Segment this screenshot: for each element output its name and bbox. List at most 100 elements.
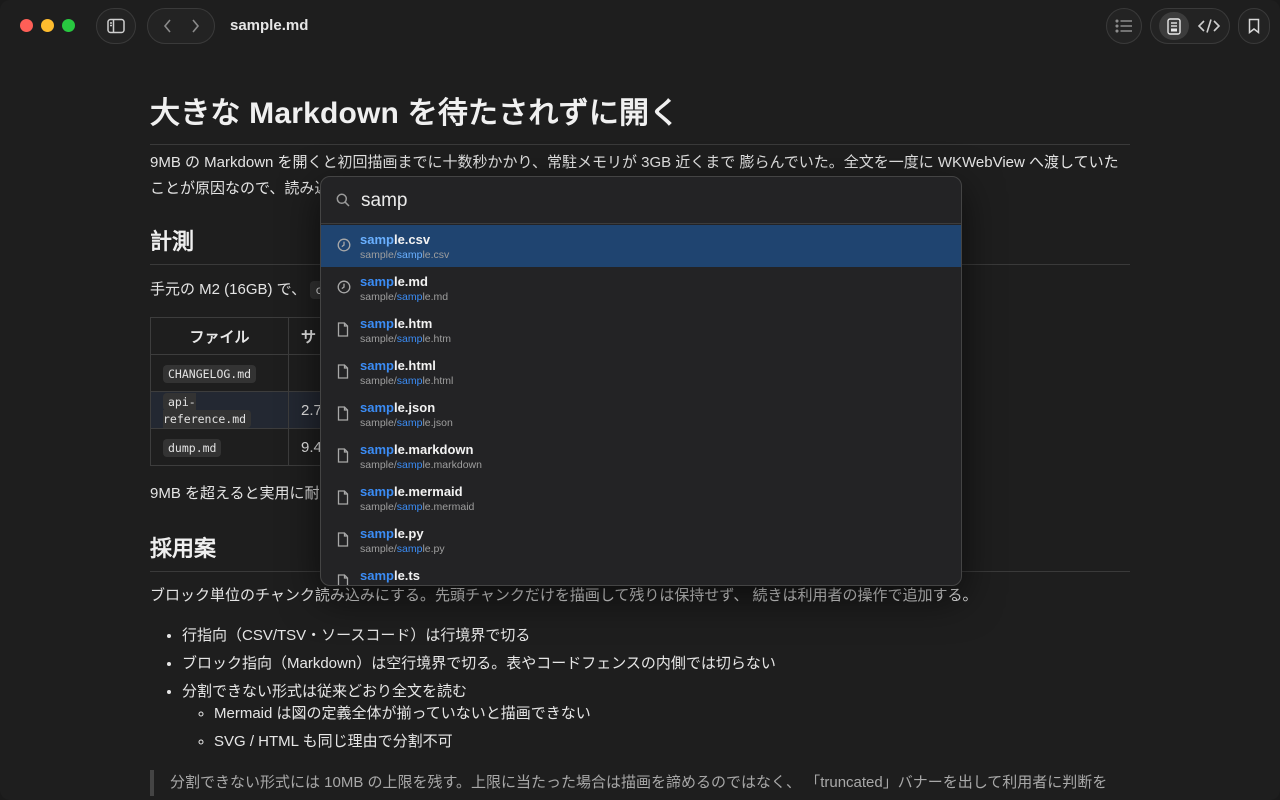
quick-open-result-item[interactable]: sample.html sample/sample.html — [321, 351, 961, 393]
bookmark-icon — [1248, 18, 1260, 34]
file-name-code: dump.md — [163, 438, 222, 457]
table-cell-file: dump.md — [150, 428, 289, 466]
document-title: sample.md — [230, 17, 309, 34]
path-rest: le.htm — [422, 333, 452, 345]
source-mode-button[interactable] — [1197, 18, 1221, 34]
match-highlight: samp — [360, 316, 394, 331]
match-highlight: samp — [396, 459, 423, 471]
quick-open-result-item[interactable]: sample.htm sample/sample.htm — [321, 309, 961, 351]
view-mode-group — [1150, 8, 1230, 44]
list-item: ブロック指向（Markdown）は空行境界で切る。表やコードフェンスの内側では切… — [182, 650, 776, 678]
clock-icon — [337, 238, 351, 257]
file-name-rest: le.py — [393, 526, 424, 541]
quick-open-result-item[interactable]: sample.csv sample/sample.csv — [321, 225, 961, 267]
match-highlight: samp — [360, 358, 394, 373]
path-rest: le.csv — [422, 249, 450, 261]
list-item: SVG / HTML も同じ理由で分割不可 — [214, 726, 776, 758]
plan-bullet-list: 行指向（CSV/TSV・ソースコード）は行境界で切る ブロック指向（Markdo… — [150, 622, 776, 758]
result-file-path: sample/sample.markdown — [360, 459, 482, 471]
result-file-name: sample.json — [360, 400, 435, 415]
app-window: sample.md 大きな Markdown を待たされずに開く 9MB の M… — [0, 0, 1280, 800]
quick-open-search-input[interactable] — [359, 185, 943, 217]
close-window-button[interactable] — [20, 19, 33, 32]
navigation-group — [147, 8, 215, 44]
file-icon — [337, 322, 349, 342]
quick-open-result-item[interactable]: sample.md sample/sample.md — [321, 267, 961, 309]
result-file-path: sample/sample.html — [360, 375, 453, 387]
bookmark-button[interactable] — [1238, 8, 1270, 44]
list-item: 行指向（CSV/TSV・ソースコード）は行境界で切る — [182, 622, 776, 650]
path-rest: le.mermaid — [422, 501, 475, 513]
match-highlight: samp — [396, 291, 423, 303]
file-name-rest: le.markdown — [393, 442, 474, 457]
result-file-path: sample/sample.md — [360, 291, 448, 303]
document-preview-icon — [1167, 17, 1181, 35]
sidebar-icon — [107, 18, 125, 34]
measure-text: 手元の M2 (16GB) で、 — [150, 281, 307, 298]
blockquote: 分割できない形式には 10MB の上限を残す。上限に当たった場合は描画を諦めるの… — [150, 770, 1130, 796]
zoom-window-button[interactable] — [62, 19, 75, 32]
quick-open-result-item[interactable]: sample.tssample/sample.ts — [321, 561, 961, 585]
chevron-right-icon — [191, 19, 199, 33]
quick-open-search-row — [321, 177, 961, 224]
quick-open-result-item[interactable]: sample.mermaid sample/sample.mermaid — [321, 477, 961, 519]
quick-open-panel: sample.csvsample/sample.csvsample.mdsamp… — [320, 176, 962, 586]
table-cell-file: api-reference.md — [150, 391, 289, 429]
result-file-name: sample.py — [360, 526, 424, 541]
list-icon — [1115, 19, 1132, 33]
plan-paragraph: ブロック単位のチャンク読み込みにする。先頭チャンクだけを描画して残りは保持せず、… — [150, 587, 978, 604]
quick-open-result-item[interactable]: sample.json sample/sample.json — [321, 393, 961, 435]
code-icon — [1197, 19, 1221, 33]
minimize-window-button[interactable] — [41, 19, 54, 32]
path-dir: sample/ — [360, 333, 397, 345]
result-file-path: sample/sample.mermaid — [360, 501, 474, 513]
titlebar: sample.md — [0, 0, 1280, 52]
path-dir: sample/ — [360, 375, 397, 387]
file-icon — [337, 532, 349, 552]
list-item: Mermaid は図の定義全体が揃っていないと描画できない — [214, 702, 776, 726]
result-file-path: sample/sample.csv — [360, 249, 449, 261]
path-dir: sample/ — [360, 249, 397, 261]
match-highlight: samp — [396, 249, 423, 261]
intro-line-2: ことが原因なので、読み込 — [150, 180, 330, 197]
sub-bullet-list: Mermaid は図の定義全体が揃っていないと描画できない SVG / HTML… — [182, 702, 776, 758]
quick-open-result-item[interactable]: sample.markdown sample/sample.markdown — [321, 435, 961, 477]
table-of-contents-button[interactable] — [1106, 8, 1142, 44]
file-name-rest: le.md — [393, 274, 428, 289]
result-file-name: sample.html — [360, 358, 436, 373]
path-dir: sample/ — [360, 459, 397, 471]
result-file-path: sample/sample.json — [360, 417, 453, 429]
file-icon — [337, 406, 349, 426]
result-file-name: sample.ts — [360, 568, 420, 583]
result-file-name: sample.markdown — [360, 442, 473, 457]
path-rest: le.markdown — [422, 459, 482, 471]
forward-button[interactable] — [190, 18, 200, 34]
doc-heading-1: 大きな Markdown を待たされずに開く — [150, 88, 1130, 145]
preview-mode-button[interactable] — [1159, 12, 1189, 40]
file-name-rest: le.html — [393, 358, 436, 373]
back-button[interactable] — [163, 18, 173, 34]
file-name-rest: le.ts — [393, 568, 420, 583]
clock-icon — [337, 280, 351, 299]
file-icon — [337, 448, 349, 468]
path-rest: le.html — [422, 375, 454, 387]
match-highlight: samp — [360, 400, 394, 415]
toggle-sidebar-button[interactable] — [96, 8, 136, 44]
table-header-file: ファイル — [150, 317, 289, 355]
file-name-rest: le.csv — [393, 232, 431, 247]
file-icon — [337, 490, 349, 510]
match-highlight: samp — [360, 526, 394, 541]
result-file-name: sample.mermaid — [360, 484, 463, 499]
file-name-code: CHANGELOG.md — [163, 364, 257, 383]
match-highlight: samp — [396, 543, 423, 555]
match-highlight: samp — [360, 484, 394, 499]
quick-open-result-item[interactable]: sample.py sample/sample.py — [321, 519, 961, 561]
chevron-left-icon — [163, 19, 171, 33]
path-dir: sample/ — [360, 501, 397, 513]
match-highlight: samp — [360, 568, 394, 583]
path-dir: sample/ — [360, 543, 397, 555]
file-icon — [337, 364, 349, 384]
path-rest: le.md — [422, 291, 449, 303]
match-highlight: samp — [396, 417, 423, 429]
result-file-name: sample.csv — [360, 232, 430, 247]
